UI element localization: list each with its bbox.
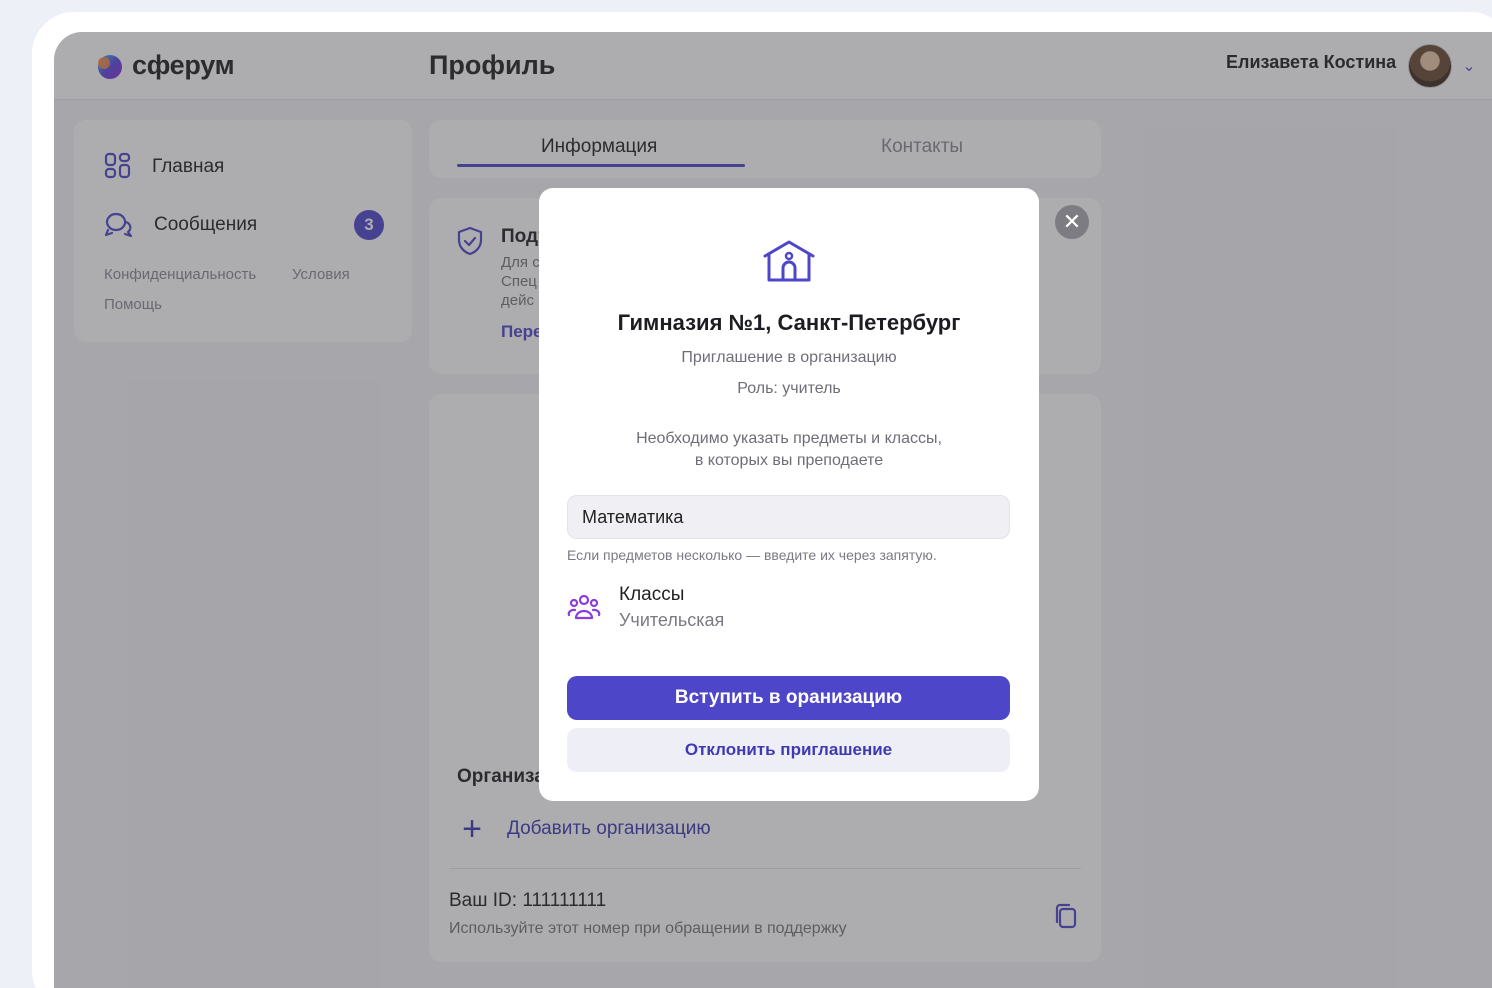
- invitation-modal: Гимназия №1, Санкт-Петербург Приглашение…: [539, 188, 1039, 801]
- classes-selector[interactable]: Классы Учительская: [567, 584, 724, 631]
- decline-invitation-button[interactable]: Отклонить приглашение: [567, 728, 1010, 772]
- subjects-hint: Если предметов несколько — введите их че…: [567, 547, 937, 563]
- school-building-icon: [763, 240, 815, 282]
- instructions-line: Необходимо указать предметы и классы,: [636, 430, 942, 447]
- group-icon: [567, 594, 601, 620]
- close-modal-button[interactable]: ✕: [1055, 205, 1089, 239]
- instructions-text: Необходимо указать предметы и классы, в …: [539, 428, 1039, 472]
- classes-text: Классы Учительская: [619, 584, 724, 631]
- join-organization-button[interactable]: Вступить в оранизацию: [567, 676, 1010, 720]
- classes-title: Классы: [619, 584, 685, 605]
- subjects-input[interactable]: [567, 495, 1010, 539]
- organization-name: Гимназия №1, Санкт-Петербург: [617, 310, 961, 335]
- classes-value: Учительская: [619, 610, 725, 630]
- invitation-subtitle: Приглашение в организацию: [681, 349, 897, 366]
- instructions-line: в которых вы преподаете: [694, 452, 884, 469]
- role-label: Роль: учитель: [737, 380, 841, 397]
- close-icon: ✕: [1062, 209, 1082, 234]
